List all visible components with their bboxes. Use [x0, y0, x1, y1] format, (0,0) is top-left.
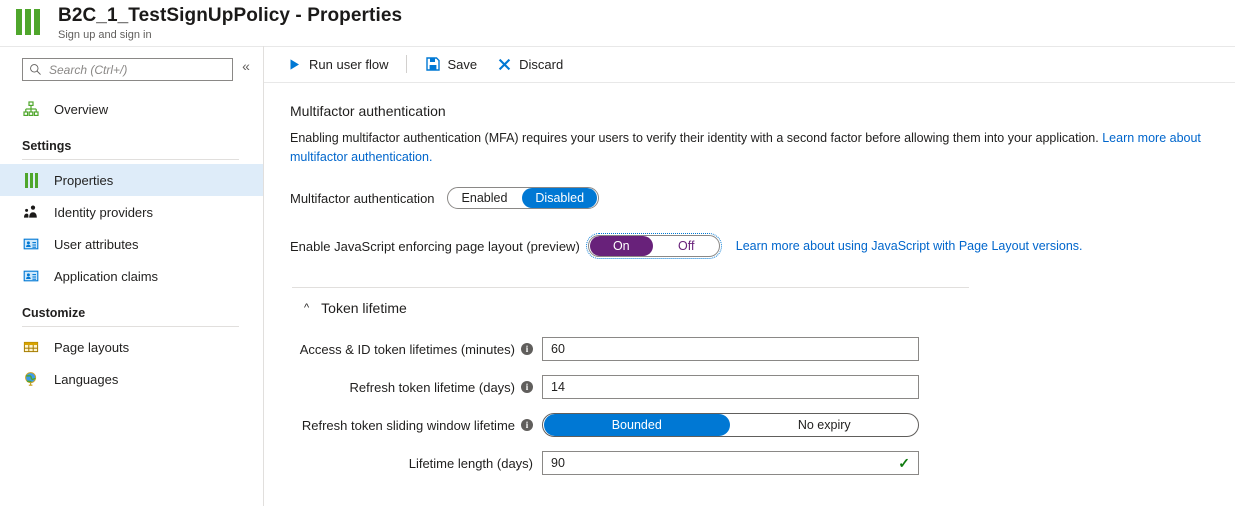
- sidebar-item-overview[interactable]: Overview: [0, 93, 263, 125]
- field-label-text: Refresh token lifetime (days): [349, 379, 515, 395]
- mfa-section-title: Multifactor authentication: [290, 103, 446, 119]
- sidebar: Search (Ctrl+/) « Overview Settings Prop…: [0, 46, 264, 506]
- section-divider: [292, 287, 969, 288]
- collapse-sidebar-button[interactable]: «: [237, 59, 255, 73]
- field-value: 90: [551, 456, 565, 470]
- mfa-toggle-label: Multifactor authentication: [290, 190, 435, 206]
- sidebar-item-properties[interactable]: Properties: [0, 164, 263, 196]
- form-row-lifetime-length: Lifetime length (days) 90 ✓: [290, 444, 1235, 482]
- search-icon: [30, 64, 41, 75]
- globe-icon: [22, 370, 40, 388]
- sidebar-search-row: Search (Ctrl+/) «: [0, 58, 263, 81]
- bars-icon: [22, 171, 40, 189]
- sidebar-group-settings: Settings: [22, 139, 72, 153]
- field-label: Lifetime length (days): [290, 456, 542, 471]
- b2c-brand-icon: [16, 9, 46, 35]
- sidebar-item-identity-providers[interactable]: Identity providers: [0, 196, 263, 228]
- sidebar-item-label: Overview: [54, 101, 109, 117]
- play-icon: [287, 57, 302, 72]
- form-row-sliding-window-lifetime: Refresh token sliding window lifetime i …: [290, 406, 1235, 444]
- info-icon[interactable]: i: [521, 343, 533, 355]
- search-placeholder: Search (Ctrl+/): [49, 62, 128, 77]
- sidebar-group-divider: [22, 326, 239, 327]
- javascript-toggle-row: Enable JavaScript enforcing page layout …: [290, 233, 1235, 259]
- javascript-option-off[interactable]: Off: [655, 236, 718, 256]
- sidebar-item-application-claims[interactable]: Application claims: [0, 260, 263, 292]
- form-row-refresh-token-lifetime: Refresh token lifetime (days) i 14: [290, 368, 1235, 406]
- title-block: B2C_1_TestSignUpPolicy - Properties Sign…: [58, 5, 402, 42]
- field-label-text: Lifetime length (days): [408, 455, 533, 471]
- sliding-window-toggle[interactable]: Bounded No expiry: [542, 413, 919, 437]
- lifetime-length-input[interactable]: 90 ✓: [542, 451, 919, 475]
- field-value: 14: [551, 380, 565, 394]
- sliding-window-option-no-expiry[interactable]: No expiry: [732, 414, 918, 436]
- table-icon: [22, 338, 40, 356]
- close-icon: [497, 57, 512, 72]
- sidebar-item-label: Identity providers: [54, 204, 153, 220]
- javascript-toggle[interactable]: On Off: [585, 233, 722, 259]
- javascript-learn-more-link[interactable]: Learn more about using JavaScript with P…: [736, 239, 1083, 253]
- id-card-icon: [22, 267, 40, 285]
- run-user-flow-button[interactable]: Run user flow: [277, 51, 398, 77]
- run-user-flow-label: Run user flow: [309, 56, 389, 72]
- sidebar-item-label: User attributes: [54, 236, 139, 252]
- properties-content: Multifactor authentication Enabling mult…: [264, 83, 1235, 482]
- sidebar-item-label: Languages: [54, 371, 119, 387]
- form-row-access-token-lifetime: Access & ID token lifetimes (minutes) i …: [290, 330, 1235, 368]
- info-icon[interactable]: i: [521, 419, 533, 431]
- field-label-text: Refresh token sliding window lifetime: [301, 417, 515, 433]
- page-body: Search (Ctrl+/) « Overview Settings Prop…: [0, 46, 1235, 506]
- sidebar-group-customize: Customize: [22, 306, 86, 320]
- javascript-toggle-label: Enable JavaScript enforcing page layout …: [290, 238, 580, 254]
- sidebar-item-page-layouts[interactable]: Page layouts: [0, 331, 263, 363]
- field-label-text: Access & ID token lifetimes (minutes): [299, 341, 515, 357]
- sidebar-nav: Overview Settings Properties Identity pr…: [0, 93, 263, 395]
- token-lifetime-section-header[interactable]: ^ Token lifetime: [304, 300, 1235, 316]
- search-input[interactable]: Search (Ctrl+/): [22, 58, 233, 81]
- hierarchy-icon: [22, 100, 40, 118]
- mfa-option-disabled[interactable]: Disabled: [522, 188, 598, 208]
- mfa-toggle[interactable]: Enabled Disabled: [446, 187, 600, 209]
- save-button[interactable]: Save: [415, 51, 487, 77]
- mfa-section-description: Enabling multifactor authentication (MFA…: [290, 129, 1212, 167]
- valid-checkmark-icon: ✓: [898, 454, 910, 471]
- field-value: 60: [551, 342, 565, 356]
- discard-button[interactable]: Discard: [487, 51, 573, 77]
- mfa-description-text: Enabling multifactor authentication (MFA…: [290, 131, 1103, 145]
- sidebar-item-label: Page layouts: [54, 339, 130, 355]
- save-icon: [425, 57, 440, 72]
- sidebar-item-label: Properties: [54, 172, 114, 188]
- refresh-token-lifetime-input[interactable]: 14: [542, 375, 919, 399]
- sidebar-item-label: Application claims: [54, 268, 159, 284]
- save-label: Save: [447, 56, 478, 72]
- sidebar-group-divider: [22, 159, 239, 160]
- access-token-lifetime-input[interactable]: 60: [542, 337, 919, 361]
- toolbar-separator: [406, 55, 408, 73]
- mfa-option-enabled[interactable]: Enabled: [449, 188, 521, 208]
- sidebar-item-languages[interactable]: Languages: [0, 363, 263, 395]
- field-label: Refresh token lifetime (days) i: [290, 380, 542, 395]
- page-subtitle: Sign up and sign in: [58, 28, 152, 41]
- field-label: Access & ID token lifetimes (minutes) i: [290, 342, 542, 357]
- page-title: B2C_1_TestSignUpPolicy - Properties: [58, 4, 403, 26]
- main-pane: Run user flow Save Discard Multifactor a…: [264, 46, 1235, 506]
- info-icon[interactable]: i: [521, 381, 533, 393]
- token-lifetime-heading: Token lifetime: [321, 300, 407, 316]
- sliding-window-option-bounded[interactable]: Bounded: [544, 414, 730, 436]
- page-header: B2C_1_TestSignUpPolicy - Properties Sign…: [0, 0, 1235, 46]
- people-icon: [22, 203, 40, 221]
- command-toolbar: Run user flow Save Discard: [264, 46, 1235, 83]
- sidebar-item-user-attributes[interactable]: User attributes: [0, 228, 263, 260]
- mfa-toggle-row: Multifactor authentication Enabled Disab…: [290, 187, 1235, 209]
- javascript-option-on[interactable]: On: [589, 236, 653, 256]
- chevron-up-icon: ^: [304, 301, 310, 314]
- id-card-icon: [22, 235, 40, 253]
- field-label: Refresh token sliding window lifetime i: [290, 418, 542, 433]
- token-lifetime-form: Access & ID token lifetimes (minutes) i …: [290, 330, 1235, 482]
- discard-label: Discard: [519, 56, 564, 72]
